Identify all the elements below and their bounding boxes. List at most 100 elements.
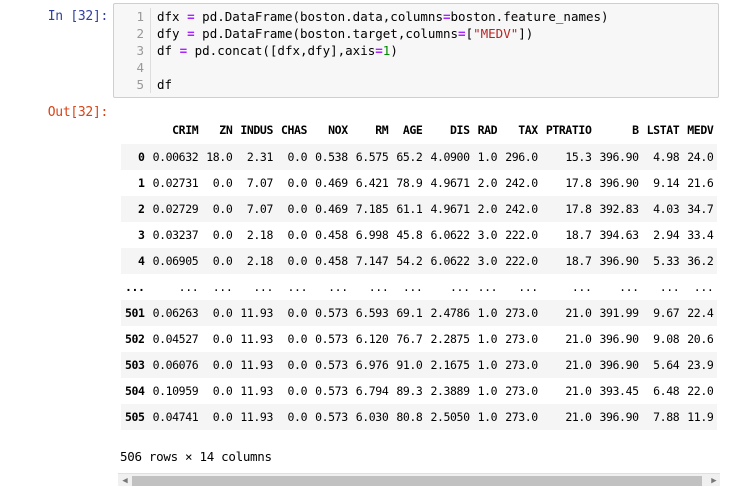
code-token: = (187, 26, 195, 41)
table-cell: ... (402, 280, 423, 294)
line-number: 5 (114, 76, 151, 93)
table-cell: 11.93 (240, 306, 273, 320)
table-cell: ... (253, 280, 273, 294)
table-cell: 393.45 (599, 384, 639, 398)
table-cell: 61.1 (396, 202, 423, 216)
table-cell: 392.83 (599, 202, 639, 216)
table-cell: ... (450, 280, 470, 294)
code-token: pd.DataFrame(boston.target,columns (194, 26, 459, 41)
table-cell: 18.7 (565, 254, 592, 268)
code-line[interactable]: 5 df (114, 76, 172, 93)
table-cell: 7.185 (355, 202, 389, 216)
table-cell: 11.9 (687, 410, 714, 424)
table-cell: 21.0 (565, 384, 592, 398)
dataframe-table: CRIM ZN INDUS CHAS NOX RM AGE DIS RAD TAX PTRATIO B… (121, 116, 718, 430)
table-row: 501 0.06263 0.0 11.93 0.0 0.573 6.593 69.1 2.478… (121, 300, 718, 326)
table-cell: 0.458 (315, 228, 348, 242)
scroll-left-icon[interactable]: ◀ (118, 474, 132, 486)
table-cell: 7.07 (246, 176, 274, 190)
code-token: = (179, 43, 188, 58)
table-cell: 76.7 (396, 332, 423, 346)
code-line[interactable]: 1 dfx = pd.DataFrame(boston.data,columns=… (114, 8, 609, 25)
table-cell: ... (693, 280, 714, 294)
table-cell: 0.06076 (152, 358, 199, 372)
table-cell: 4.98 (653, 150, 680, 164)
scroll-right-icon[interactable]: ▶ (707, 474, 720, 486)
table-cell: 2.18 (246, 228, 274, 242)
table-cell: 0.573 (315, 410, 348, 424)
code-input-area[interactable]: 1 dfx = pd.DataFrame(boston.data,columns=… (113, 3, 719, 98)
table-cell: 5.64 (653, 358, 680, 372)
table-cell: ... (477, 280, 498, 294)
table-cell: 0.0 (287, 228, 308, 242)
table-row: 504 0.10959 0.0 11.93 0.0 0.573 6.794 89.3 2.388… (121, 378, 717, 404)
table-cell: 21.0 (565, 332, 592, 346)
table-cell: 4.03 (653, 202, 680, 216)
table-cell: 273.0 (505, 410, 538, 424)
table-cell: 2.31 (246, 150, 274, 164)
table-cell: 222.0 (505, 254, 538, 268)
code-line[interactable]: 2 dfy = pd.DataFrame(boston.target,column… (114, 25, 533, 42)
table-cell: 0.0 (212, 306, 233, 320)
column-header: PTRATIO (545, 123, 592, 137)
table-cell: 18.0 (206, 150, 233, 164)
horizontal-scrollbar[interactable]: ◀ ▶ (118, 473, 720, 486)
line-number: 1 (114, 8, 151, 25)
table-cell: 11.93 (240, 332, 273, 346)
table-cell: 396.90 (599, 410, 639, 424)
table-header-row: CRIM ZN INDUS CHAS NOX RM AGE DIS RAD TAX PTRATIO B… (121, 116, 717, 144)
code-token: df (157, 43, 180, 58)
table-cell: 20.6 (687, 332, 714, 346)
table-cell: 0.469 (315, 176, 348, 190)
table-cell: 1.0 (477, 306, 498, 320)
table-cell: 396.90 (599, 176, 639, 190)
row-index: 502 (125, 332, 145, 346)
table-cell: ... (328, 280, 348, 294)
column-header: CHAS (280, 123, 308, 137)
table-cell: 0.0 (212, 384, 233, 398)
scrollbar-thumb[interactable] (132, 476, 702, 486)
row-index: 505 (125, 410, 145, 424)
code-line[interactable]: 3 df = pd.concat([dfx,dfy],axis=1) (114, 42, 398, 59)
table-cell: 33.4 (687, 228, 714, 242)
column-header: CRIM (172, 123, 199, 137)
table-cell: 6.421 (355, 176, 389, 190)
code-token: boston.feature_names) (450, 9, 609, 24)
table-cell: 0.02729 (152, 202, 199, 216)
code-token: = (443, 9, 451, 24)
row-index: 503 (125, 358, 145, 372)
table-cell: 396.90 (599, 358, 639, 372)
table-cell: 2.2875 (430, 332, 470, 346)
table-cell: 0.06263 (152, 306, 199, 320)
table-cell: 4.9671 (430, 202, 470, 216)
code-token: ]) (518, 26, 534, 41)
column-header: AGE (402, 123, 423, 137)
column-header: LSTAT (646, 123, 680, 137)
table-cell: 3.0 (477, 254, 498, 268)
table-cell: 65.2 (396, 150, 423, 164)
table-cell: 2.3889 (430, 384, 470, 398)
table-cell: 2.94 (653, 228, 680, 242)
table-cell: 0.04741 (152, 410, 199, 424)
output-area: CRIM ZN INDUS CHAS NOX RM AGE DIS RAD TAX PTRATIO B… (113, 112, 720, 486)
code-token: "MEDV" (473, 26, 519, 41)
column-header: B (632, 123, 639, 137)
table-cell: 24.0 (687, 150, 714, 164)
code-token: df (157, 77, 173, 92)
table-cell: 1.0 (477, 384, 498, 398)
table-cell: 1.0 (477, 332, 498, 346)
table-cell: 54.2 (396, 254, 423, 268)
table-cell: 21.0 (565, 410, 592, 424)
table-cell: 0.0 (212, 228, 233, 242)
table-cell: 21.0 (565, 358, 592, 372)
table-body: 0 0.00632 18.0 2.31 0.0 0.538 6.575 65.2 4.0900 1… (121, 144, 718, 430)
table-cell: 21.6 (687, 176, 714, 190)
code-line[interactable]: 4 (114, 59, 157, 76)
column-header: NOX (328, 123, 348, 137)
table-cell: 80.8 (396, 410, 423, 424)
table-cell: 0.0 (287, 358, 308, 372)
table-cell: 5.33 (653, 254, 680, 268)
code-token: [ (465, 26, 474, 41)
code-token: = (458, 26, 466, 41)
table-cell: 3.0 (477, 228, 498, 242)
